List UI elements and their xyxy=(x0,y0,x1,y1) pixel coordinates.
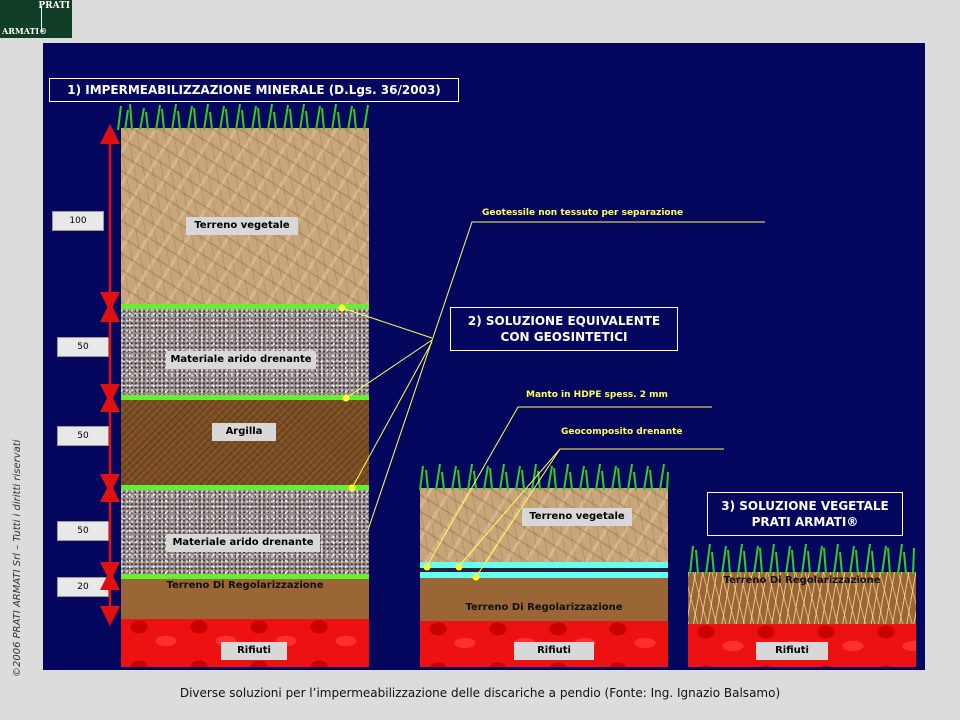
figure-caption: Diverse soluzioni per l’impermeabilizzaz… xyxy=(179,686,781,700)
title-solution-2-line1: 2) SOLUZIONE EQUIVALENTE xyxy=(467,314,661,328)
diagram-overlay xyxy=(100,103,915,626)
title-solution-2-line2: CON GEOSINTETICI xyxy=(500,330,628,344)
grass-col1 xyxy=(117,103,369,131)
title-solution-1-text: 1) IMPERMEABILIZZAZIONE MINERALE (D.Lgs.… xyxy=(67,83,441,97)
callout-geocomposite: Geocomposito drenante xyxy=(561,427,683,437)
title-solution-3-line1: 3) SOLUZIONE VEGETALE xyxy=(721,499,889,513)
title-solution-3: 3) SOLUZIONE VEGETALE PRATI ARMATI® xyxy=(707,492,903,536)
title-solution-1: 1) IMPERMEABILIZZAZIONE MINERALE (D.Lgs.… xyxy=(49,78,459,102)
callout-geotextile: Geotessile non tessuto per separazione xyxy=(482,208,684,218)
title-solution-3-line2: PRATI ARMATI® xyxy=(751,515,859,529)
grass-col3 xyxy=(689,543,915,575)
callout-hdpe: Manto in HDPE spess. 2 mm xyxy=(526,390,668,400)
title-solution-2: 2) SOLUZIONE EQUIVALENTE CON GEOSINTETIC… xyxy=(450,307,678,351)
